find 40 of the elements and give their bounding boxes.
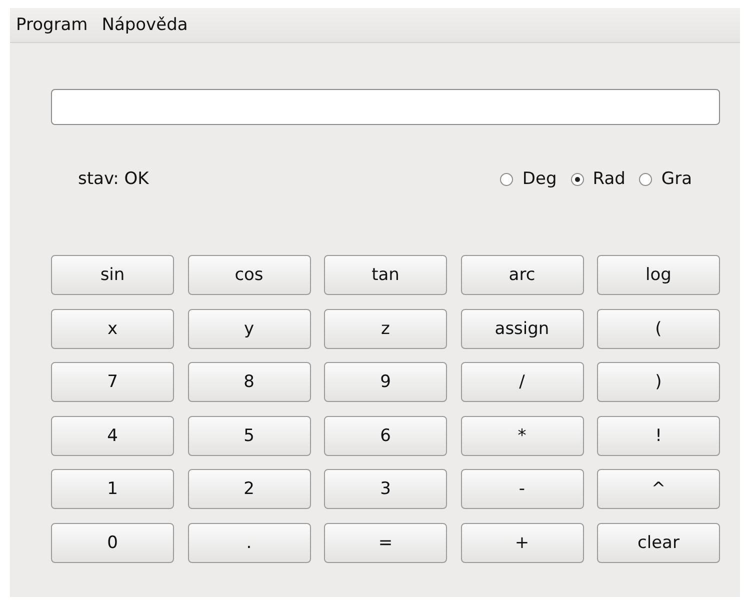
calculator-key[interactable]: clear (597, 522, 720, 562)
calculator-key[interactable]: 3 (324, 469, 447, 509)
calculator-key[interactable]: ! (597, 416, 720, 456)
status-text: stav: OK (78, 169, 149, 189)
menu-item[interactable]: Nápověda (102, 15, 188, 35)
calculator-key[interactable]: x (51, 308, 174, 348)
calculator-key[interactable]: 7 (51, 362, 174, 402)
calculator-key[interactable]: + (460, 522, 584, 562)
calculator-key[interactable]: arc (460, 255, 584, 295)
calculator-key[interactable]: 1 (51, 469, 174, 509)
calculator-key[interactable]: - (460, 469, 584, 509)
calculator-key[interactable]: 8 (188, 362, 310, 402)
calculator-key[interactable]: sin (51, 255, 174, 295)
menu-item[interactable]: Program (16, 15, 88, 35)
radio-label[interactable]: Gra (661, 169, 692, 189)
calculator-key[interactable]: 9 (324, 362, 447, 402)
calculator-key[interactable]: log (597, 255, 720, 295)
expression-field[interactable] (51, 89, 720, 125)
calculator-key[interactable]: / (460, 362, 584, 402)
radio-label[interactable]: Deg (522, 169, 557, 189)
calculator-key[interactable]: 2 (188, 469, 310, 509)
calculator-key[interactable]: cos (188, 255, 310, 295)
radio-label[interactable]: Rad (592, 169, 626, 189)
calculator-key[interactable]: z (324, 308, 447, 348)
calculator-key[interactable]: tan (324, 255, 447, 295)
calculator-key[interactable]: 5 (188, 416, 310, 456)
calculator-key[interactable]: y (188, 308, 310, 348)
calculator-key[interactable]: assign (460, 308, 584, 348)
calculator-key[interactable]: ) (597, 362, 720, 402)
calculator-key[interactable]: 4 (51, 416, 174, 456)
radio-button[interactable] (500, 172, 514, 186)
calculator-key[interactable]: = (324, 522, 447, 562)
radio-button[interactable] (570, 172, 584, 186)
calculator-key[interactable]: ( (597, 308, 720, 348)
calculator-key[interactable]: 6 (324, 416, 447, 456)
calculator-key[interactable]: . (188, 522, 310, 562)
calculator-key[interactable]: 0 (51, 522, 174, 562)
calculator-key[interactable]: ^ (597, 469, 720, 509)
radio-button[interactable] (639, 172, 652, 186)
calculator-key[interactable]: * (460, 416, 584, 456)
